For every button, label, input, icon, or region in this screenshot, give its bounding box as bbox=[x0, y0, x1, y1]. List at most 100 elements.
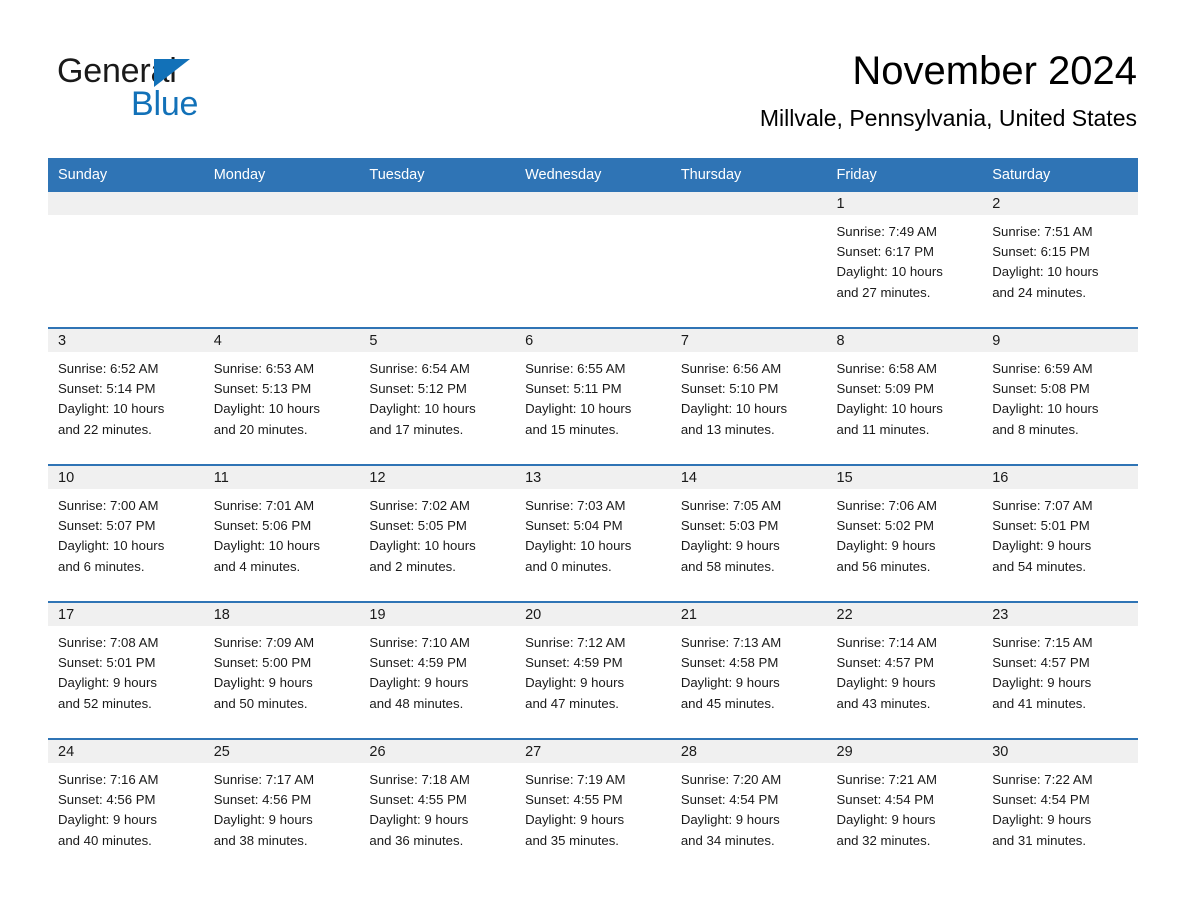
calendar-day-cell[interactable]: 4 Sunrise: 6:53 AM Sunset: 5:13 PM Daylight… bbox=[203, 327, 360, 465]
daylight-duration-line1: Daylight: 10 hours bbox=[680, 401, 788, 417]
sunset-time: Sunset: 4:59 PM bbox=[369, 655, 467, 671]
day-number: 9 bbox=[982, 329, 1138, 352]
daylight-duration-line2: and 56 minutes. bbox=[836, 558, 931, 574]
day-number: 6 bbox=[515, 329, 671, 352]
day-details: Sunrise: 6:58 AM Sunset: 5:09 PM Daylight:… bbox=[827, 352, 983, 440]
daylight-duration-line2: and 34 minutes. bbox=[680, 832, 775, 848]
calendar-day-cell[interactable]: 28 Sunrise: 7:20 AM Sunset: 4:54 PM Dayligh… bbox=[670, 738, 827, 875]
daylight-duration-line2: and 47 minutes. bbox=[525, 695, 619, 711]
calendar-day-cell[interactable]: 23 Sunrise: 7:15 AM Sunset: 4:57 PM Dayligh… bbox=[982, 601, 1138, 739]
calendar-day-cell[interactable]: 25 Sunrise: 7:17 AM Sunset: 4:56 PM Dayligh… bbox=[203, 738, 360, 875]
calendar-day-cell[interactable]: 21 Sunrise: 7:13 AM Sunset: 4:58 PM Dayligh… bbox=[670, 601, 827, 739]
generalblue-logo[interactable]: General Blue bbox=[57, 52, 297, 124]
day-number: 4 bbox=[203, 329, 360, 352]
calendar-week-row: 1 Sunrise: 7:49 AM Sunset: 6:17 PM Daylight… bbox=[48, 192, 1138, 328]
sunset-time: Sunset: 5:05 PM bbox=[369, 518, 467, 534]
day-details: Sunrise: 6:55 AM Sunset: 5:11 PM Daylight:… bbox=[515, 352, 671, 440]
calendar-day-cell[interactable]: 3 Sunrise: 6:52 AM Sunset: 5:14 PM Daylight… bbox=[48, 327, 204, 465]
day-number: 11 bbox=[203, 466, 360, 489]
calendar-day-cell[interactable]: 1 Sunrise: 7:49 AM Sunset: 6:17 PM Daylight… bbox=[826, 192, 983, 328]
calendar-day-cell[interactable]: 8 Sunrise: 6:58 AM Sunset: 5:09 PM Daylight… bbox=[826, 327, 983, 465]
day-number bbox=[515, 192, 671, 215]
sunset-time: Sunset: 4:54 PM bbox=[992, 792, 1090, 808]
day-cell-27: 27 Sunrise: 7:19 AM Sunset: 4:55 PM Dayligh… bbox=[515, 740, 671, 875]
calendar-day-cell[interactable]: 11 Sunrise: 7:01 AM Sunset: 5:06 PM Dayligh… bbox=[203, 464, 360, 602]
day-details: Sunrise: 6:56 AM Sunset: 5:10 PM Daylight:… bbox=[671, 352, 827, 440]
calendar-day-cell[interactable]: 14 Sunrise: 7:05 AM Sunset: 5:03 PM Dayligh… bbox=[670, 464, 827, 602]
daylight-duration-line1: Daylight: 9 hours bbox=[369, 675, 469, 691]
sunrise-time: Sunrise: 7:19 AM bbox=[525, 772, 626, 787]
sunrise-time: Sunrise: 6:54 AM bbox=[369, 361, 470, 376]
sunrise-time: Sunrise: 7:05 AM bbox=[680, 498, 782, 513]
day-details: Sunrise: 6:59 AM Sunset: 5:08 PM Daylight:… bbox=[982, 352, 1138, 440]
calendar-day-cell[interactable]: 20 Sunrise: 7:12 AM Sunset: 4:59 PM Dayligh… bbox=[515, 601, 671, 739]
calendar-day-cell[interactable]: 18 Sunrise: 7:09 AM Sunset: 5:00 PM Dayligh… bbox=[203, 601, 360, 739]
calendar-day-cell bbox=[515, 192, 671, 328]
calendar-day-cell[interactable]: 5 Sunrise: 6:54 AM Sunset: 5:12 PM Daylight… bbox=[359, 327, 516, 465]
calendar-day-cell[interactable]: 7 Sunrise: 6:56 AM Sunset: 5:10 PM Daylight… bbox=[670, 327, 827, 465]
day-cell-14: 14 Sunrise: 7:05 AM Sunset: 5:03 PM Dayligh… bbox=[670, 466, 827, 601]
sunset-time: Sunset: 5:04 PM bbox=[525, 518, 623, 534]
weekday-header-saturday: Saturday bbox=[982, 158, 1138, 192]
calendar-day-cell[interactable]: 2 Sunrise: 7:51 AM Sunset: 6:15 PM Daylight… bbox=[982, 192, 1138, 328]
empty-day-cell bbox=[203, 192, 360, 327]
daylight-duration-line2: and 8 minutes. bbox=[992, 421, 1079, 437]
sunrise-time: Sunrise: 6:52 AM bbox=[58, 361, 159, 376]
sunset-time: Sunset: 4:56 PM bbox=[213, 792, 312, 808]
sunset-time: Sunset: 5:12 PM bbox=[369, 381, 467, 397]
calendar-day-cell[interactable]: 26 Sunrise: 7:18 AM Sunset: 4:55 PM Dayligh… bbox=[359, 738, 516, 875]
calendar-day-cell[interactable]: 29 Sunrise: 7:21 AM Sunset: 4:54 PM Dayligh… bbox=[826, 738, 983, 875]
calendar-day-cell[interactable]: 30 Sunrise: 7:22 AM Sunset: 4:54 PM Dayligh… bbox=[982, 738, 1138, 875]
daylight-duration-line1: Daylight: 9 hours bbox=[213, 675, 313, 691]
calendar-day-cell[interactable]: 6 Sunrise: 6:55 AM Sunset: 5:11 PM Daylight… bbox=[515, 327, 671, 465]
calendar-week-row: 17 Sunrise: 7:08 AM Sunset: 5:01 PM Dayligh… bbox=[48, 601, 1138, 739]
day-details: Sunrise: 7:03 AM Sunset: 5:04 PM Daylight:… bbox=[515, 489, 671, 577]
daylight-duration-line2: and 32 minutes. bbox=[836, 832, 931, 848]
empty-day-cell bbox=[48, 192, 204, 327]
triangle-icon bbox=[154, 59, 190, 87]
day-details: Sunrise: 7:22 AM Sunset: 4:54 PM Daylight:… bbox=[982, 763, 1138, 851]
day-details: Sunrise: 7:08 AM Sunset: 5:01 PM Daylight:… bbox=[48, 626, 204, 714]
day-details: Sunrise: 7:18 AM Sunset: 4:55 PM Daylight:… bbox=[359, 763, 515, 851]
day-number: 16 bbox=[982, 466, 1138, 489]
calendar-day-cell[interactable]: 16 Sunrise: 7:07 AM Sunset: 5:01 PM Dayligh… bbox=[982, 464, 1138, 602]
daylight-duration-line1: Daylight: 10 hours bbox=[369, 401, 476, 417]
daylight-duration-line1: Daylight: 9 hours bbox=[680, 538, 780, 554]
calendar-day-cell[interactable]: 15 Sunrise: 7:06 AM Sunset: 5:02 PM Dayligh… bbox=[826, 464, 983, 602]
calendar-day-cell bbox=[48, 192, 204, 328]
sunset-time: Sunset: 5:09 PM bbox=[836, 381, 935, 397]
sunset-time: Sunset: 4:55 PM bbox=[525, 792, 623, 808]
daylight-duration-line2: and 15 minutes. bbox=[525, 421, 619, 437]
day-details: Sunrise: 7:15 AM Sunset: 4:57 PM Daylight:… bbox=[982, 626, 1138, 714]
empty-day-cell bbox=[515, 192, 671, 327]
day-cell-17: 17 Sunrise: 7:08 AM Sunset: 5:01 PM Dayligh… bbox=[48, 603, 204, 738]
day-details: Sunrise: 7:17 AM Sunset: 4:56 PM Daylight:… bbox=[204, 763, 360, 851]
day-cell-20: 20 Sunrise: 7:12 AM Sunset: 4:59 PM Dayligh… bbox=[515, 603, 671, 738]
calendar-day-cell[interactable]: 13 Sunrise: 7:03 AM Sunset: 5:04 PM Dayligh… bbox=[515, 464, 671, 602]
daylight-duration-line1: Daylight: 9 hours bbox=[58, 675, 157, 691]
daylight-duration-line2: and 48 minutes. bbox=[369, 695, 464, 711]
calendar-day-cell[interactable]: 24 Sunrise: 7:16 AM Sunset: 4:56 PM Dayligh… bbox=[48, 738, 204, 875]
title-block: November 2024 Millvale, Pennsylvania, Un… bbox=[760, 47, 1137, 132]
day-cell-15: 15 Sunrise: 7:06 AM Sunset: 5:02 PM Dayligh… bbox=[826, 466, 983, 601]
calendar-day-cell[interactable]: 10 Sunrise: 7:00 AM Sunset: 5:07 PM Dayligh… bbox=[48, 464, 204, 602]
day-cell-25: 25 Sunrise: 7:17 AM Sunset: 4:56 PM Dayligh… bbox=[203, 740, 360, 875]
calendar-day-cell[interactable]: 9 Sunrise: 6:59 AM Sunset: 5:08 PM Daylight… bbox=[982, 327, 1138, 465]
calendar-day-cell[interactable]: 22 Sunrise: 7:14 AM Sunset: 4:57 PM Dayligh… bbox=[826, 601, 983, 739]
calendar-day-cell[interactable]: 27 Sunrise: 7:19 AM Sunset: 4:55 PM Dayligh… bbox=[515, 738, 671, 875]
calendar-day-cell[interactable]: 12 Sunrise: 7:02 AM Sunset: 5:05 PM Dayligh… bbox=[359, 464, 516, 602]
daylight-duration-line1: Daylight: 9 hours bbox=[992, 675, 1092, 691]
sunset-time: Sunset: 6:15 PM bbox=[992, 244, 1090, 260]
daylight-duration-line2: and 40 minutes. bbox=[58, 832, 152, 848]
sunrise-time: Sunrise: 6:55 AM bbox=[525, 361, 626, 376]
sunset-time: Sunset: 5:13 PM bbox=[213, 381, 312, 397]
sunset-time: Sunset: 5:07 PM bbox=[58, 518, 156, 534]
daylight-duration-line2: and 13 minutes. bbox=[680, 421, 775, 437]
sunrise-time: Sunrise: 7:17 AM bbox=[213, 772, 315, 787]
sunrise-time: Sunrise: 7:15 AM bbox=[992, 635, 1093, 650]
sunset-time: Sunset: 5:01 PM bbox=[992, 518, 1090, 534]
calendar-day-cell[interactable]: 17 Sunrise: 7:08 AM Sunset: 5:01 PM Dayligh… bbox=[48, 601, 204, 739]
daylight-duration-line1: Daylight: 10 hours bbox=[836, 264, 943, 280]
calendar-day-cell[interactable]: 19 Sunrise: 7:10 AM Sunset: 4:59 PM Dayligh… bbox=[359, 601, 516, 739]
day-number: 25 bbox=[203, 740, 360, 763]
